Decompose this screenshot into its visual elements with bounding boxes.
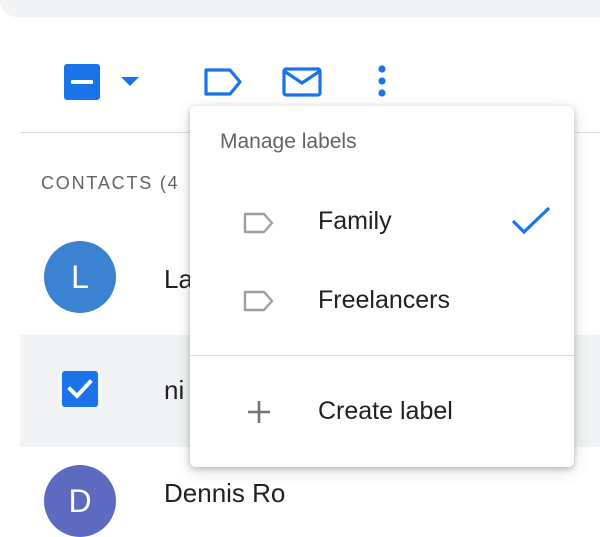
more-vert-icon[interactable] bbox=[374, 64, 390, 100]
contact-name[interactable]: ni bbox=[164, 375, 184, 406]
plus-icon bbox=[248, 401, 270, 423]
row-checkbox[interactable] bbox=[62, 371, 98, 407]
menu-item-label: Freelancers bbox=[318, 286, 450, 314]
label-outline-icon bbox=[243, 290, 274, 312]
menu-item-family[interactable]: Family bbox=[190, 187, 574, 257]
create-label-text: Create label bbox=[318, 397, 453, 425]
create-label-button[interactable]: Create label bbox=[190, 377, 574, 447]
label-outline-icon bbox=[243, 212, 274, 234]
chevron-down-icon[interactable] bbox=[118, 74, 142, 90]
menu-item-freelancers[interactable]: Freelancers bbox=[190, 266, 574, 336]
label-icon[interactable] bbox=[202, 66, 244, 98]
search-bar-area bbox=[0, 0, 600, 17]
manage-labels-menu: Manage labels Family Freelancers Create … bbox=[190, 106, 574, 467]
avatar[interactable]: L bbox=[44, 241, 116, 313]
checkmark-icon bbox=[67, 379, 93, 399]
contact-name[interactable]: Dennis Ro bbox=[164, 478, 285, 509]
contacts-section-header: CONTACTS (4 bbox=[41, 173, 180, 193]
contact-name[interactable]: La bbox=[164, 264, 193, 295]
select-all-checkbox[interactable] bbox=[64, 64, 100, 100]
menu-title: Manage labels bbox=[220, 130, 357, 153]
indeterminate-dash bbox=[71, 80, 93, 84]
menu-divider bbox=[190, 355, 574, 356]
mail-icon[interactable] bbox=[281, 66, 323, 98]
menu-item-label: Family bbox=[318, 207, 392, 235]
avatar[interactable]: D bbox=[44, 465, 116, 537]
check-icon bbox=[511, 206, 551, 235]
